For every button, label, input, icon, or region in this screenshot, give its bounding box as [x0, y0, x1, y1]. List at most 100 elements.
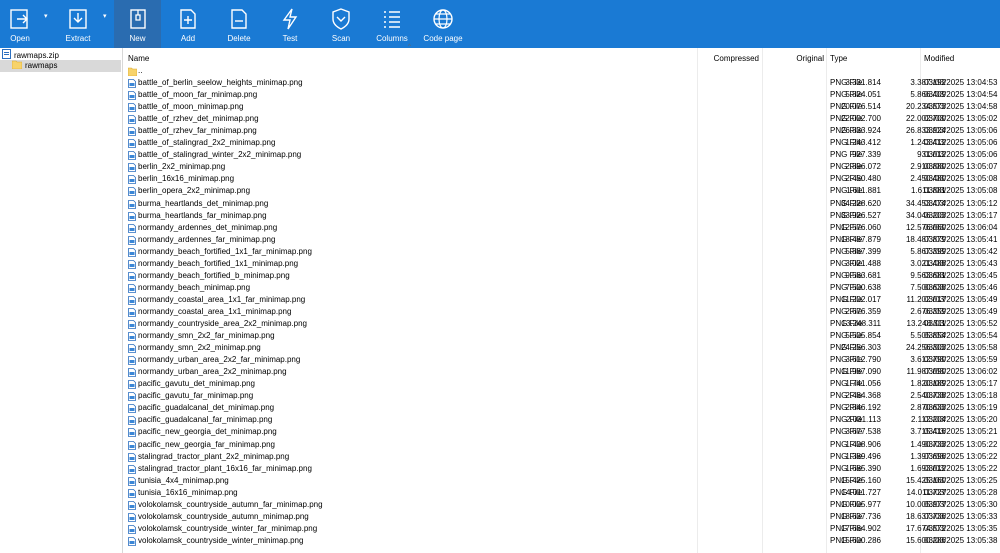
- open-dropdown-arrow-icon[interactable]: ▾: [44, 12, 48, 20]
- file-row[interactable]: normandy_coastal_area_1x1_far_minimap.pn…: [124, 294, 1000, 306]
- png-file-icon: [128, 103, 136, 112]
- file-name: volokolamsk_countryside_autumn_minimap.p…: [138, 511, 309, 521]
- file-type: PNG File: [830, 294, 863, 304]
- file-row[interactable]: battle_of_moon_far_minimap.png 5.824.051 5…: [124, 89, 1000, 101]
- file-row[interactable]: stalingrad_tractor_plant_16x16_far_minim…: [124, 463, 1000, 475]
- file-row[interactable]: volokolamsk_countryside_autumn_far_minim…: [124, 499, 1000, 511]
- file-row[interactable]: battle_of_stalingrad_2x2_minimap.png 1.24…: [124, 137, 1000, 149]
- column-header-type[interactable]: Type: [830, 52, 847, 66]
- file-row[interactable]: normandy_beach_fortified_b_minimap.png 9.…: [124, 270, 1000, 282]
- extract-button[interactable]: Extract: [57, 0, 99, 48]
- file-row[interactable]: pacific_guadalcanal_det_minimap.png 2.846…: [124, 402, 1000, 414]
- file-row[interactable]: battle_of_moon_minimap.png 20.076.514 20.2…: [124, 101, 1000, 113]
- column-header-name[interactable]: Name: [128, 52, 149, 66]
- png-file-icon: [128, 368, 136, 378]
- file-name: stalingrad_tractor_plant_2x2_minimap.png: [138, 451, 290, 461]
- file-row[interactable]: pacific_gavutu_det_minimap.png 1.741.056 1…: [124, 378, 1000, 390]
- file-modified: 03/03/2025 13:05:28: [924, 487, 998, 497]
- file-row[interactable]: volokolamsk_countryside_winter_far_minim…: [124, 523, 1000, 535]
- file-row[interactable]: berlin_2x2_minimap.png 2.896.072 2.910.880…: [124, 161, 1000, 173]
- test-button[interactable]: Test: [266, 0, 314, 48]
- file-modified: 03/03/2025 13:05:46: [924, 282, 998, 292]
- scan-button[interactable]: Scan: [316, 0, 366, 48]
- file-row[interactable]: battle_of_stalingrad_winter_2x2_minimap.…: [124, 149, 1000, 161]
- column-header-modified[interactable]: Modified: [924, 52, 954, 66]
- file-row[interactable]: battle_of_rzhev_far_minimap.png 26.833.92…: [124, 125, 1000, 137]
- file-type: PNG File: [830, 475, 863, 485]
- file-modified: 03/03/2025 13:05:08: [924, 174, 998, 184]
- file-modified: 03/03/2025 13:05:54: [924, 331, 998, 341]
- png-file-icon: [128, 211, 136, 221]
- file-row[interactable]: battle_of_rzhev_det_minimap.png 22.002.70…: [124, 113, 1000, 125]
- file-type: PNG File: [830, 282, 863, 292]
- file-row[interactable]: tunisia_4x4_minimap.png 15.425.160 15.425.…: [124, 475, 1000, 487]
- columns-button[interactable]: Columns: [367, 0, 417, 48]
- file-modified: 03/03/2025 13:05:49: [924, 306, 998, 316]
- file-type: PNG File: [830, 343, 863, 353]
- open-button[interactable]: Open: [0, 0, 40, 48]
- file-type: PNG File: [830, 379, 863, 389]
- file-row[interactable]: normandy_beach_fortified_1x1_far_minimap…: [124, 246, 1000, 258]
- png-file-icon: [128, 187, 136, 197]
- file-row[interactable]: pacific_gavutu_far_minimap.png 2.464.368 2…: [124, 390, 1000, 402]
- file-modified: 03/03/2025 13:04:54: [924, 90, 998, 100]
- file-name: battle_of_stalingrad_winter_2x2_minimap.…: [138, 150, 302, 160]
- file-type: PNG File: [830, 162, 863, 172]
- tree-item-folder[interactable]: rawmaps: [0, 60, 121, 72]
- file-name: stalingrad_tractor_plant_16x16_far_minim…: [138, 463, 312, 473]
- file-row[interactable]: berlin_opera_2x2_minimap.png 1.611.881 1.6…: [124, 185, 1000, 197]
- file-row[interactable]: burma_heartlands_det_minimap.png 34.228.6…: [124, 198, 1000, 210]
- png-file-icon: [128, 295, 136, 305]
- file-name: battle_of_moon_minimap.png: [138, 102, 244, 112]
- toolbar: Open ▾ Extract ▾ New Add Delete Test Scan Columns…: [0, 0, 1000, 48]
- file-row[interactable]: normandy_beach_fortified_1x1_minimap.png…: [124, 258, 1000, 270]
- file-row[interactable]: normandy_smn_2x2_minimap.png 24.256.303 24…: [124, 342, 1000, 354]
- file-row[interactable]: battle_of_berlin_seelow_heights_minimap.…: [124, 77, 1000, 89]
- delete-button[interactable]: Delete: [215, 0, 263, 48]
- png-file-icon: [128, 428, 136, 438]
- file-row[interactable]: pacific_new_georgia_far_minimap.png 1.408…: [124, 439, 1000, 451]
- file-row[interactable]: normandy_beach_minimap.png 7.500.638 7.500…: [124, 282, 1000, 294]
- file-row[interactable]: normandy_urban_area_2x2_minimap.png 11.98…: [124, 366, 1000, 378]
- file-name: berlin_opera_2x2_minimap.png: [138, 186, 251, 196]
- add-icon: [175, 6, 201, 32]
- file-name: battle_of_moon_far_minimap.png: [138, 90, 258, 100]
- file-type: PNG File: [830, 198, 863, 208]
- file-row[interactable]: normandy_countryside_area_2x2_minimap.pn…: [124, 318, 1000, 330]
- file-row[interactable]: normandy_ardennes_det_minimap.png 12.576.…: [124, 222, 1000, 234]
- file-row[interactable]: tunisia_16x16_minimap.png 14.011.727 14.01…: [124, 487, 1000, 499]
- column-header-compressed[interactable]: Compressed: [714, 52, 759, 66]
- file-row[interactable]: stalingrad_tractor_plant_2x2_minimap.png…: [124, 451, 1000, 463]
- file-type: PNG File: [830, 439, 863, 449]
- file-type: PNG File: [830, 90, 863, 100]
- file-modified: 03/03/2025 13:05:12: [924, 198, 998, 208]
- file-row[interactable]: volokolamsk_countryside_autumn_minimap.p…: [124, 511, 1000, 523]
- file-modified: 03/03/2025 13:05:59: [924, 355, 998, 365]
- extract-dropdown-arrow-icon[interactable]: ▾: [103, 12, 107, 20]
- new-button[interactable]: New: [114, 0, 161, 48]
- file-modified: 03/03/2025 13:05:42: [924, 246, 998, 256]
- parent-folder-row[interactable]: ..: [124, 65, 1000, 77]
- file-row[interactable]: normandy_ardennes_far_minimap.png 18.487.…: [124, 234, 1000, 246]
- delete-icon: [226, 6, 252, 32]
- file-row[interactable]: normandy_coastal_area_1x1_minimap.png 2.6…: [124, 306, 1000, 318]
- png-file-icon: [128, 223, 136, 233]
- file-name: pacific_gavutu_det_minimap.png: [138, 379, 255, 389]
- file-modified: 03/03/2025 13:05:22: [924, 439, 998, 449]
- file-row[interactable]: berlin_16x16_minimap.png 2.450.480 2.450.4…: [124, 173, 1000, 185]
- add-button[interactable]: Add: [163, 0, 213, 48]
- file-row[interactable]: volokolamsk_countryside_winter_minimap.p…: [124, 535, 1000, 547]
- code-page-button[interactable]: Code page: [418, 0, 468, 48]
- file-name: normandy_countryside_area_2x2_minimap.pn…: [138, 319, 307, 328]
- file-type: PNG File: [830, 138, 863, 148]
- code-page-icon: [430, 6, 456, 32]
- file-row[interactable]: normandy_urban_area_2x2_far_minimap.png 3…: [124, 354, 1000, 366]
- file-row[interactable]: burma_heartlands_far_minimap.png 33.926.5…: [124, 210, 1000, 222]
- open-label: Open: [10, 34, 30, 43]
- file-row[interactable]: pacific_guadalcanal_far_minimap.png 2.031…: [124, 414, 1000, 426]
- column-header-original[interactable]: Original: [796, 52, 824, 66]
- file-modified: 03/03/2025 13:05:45: [924, 270, 998, 280]
- file-row[interactable]: pacific_new_georgia_det_minimap.png 3.677…: [124, 426, 1000, 438]
- png-file-icon: [128, 416, 136, 426]
- file-row[interactable]: normandy_smn_2x2_far_minimap.png 5.505.85…: [124, 330, 1000, 342]
